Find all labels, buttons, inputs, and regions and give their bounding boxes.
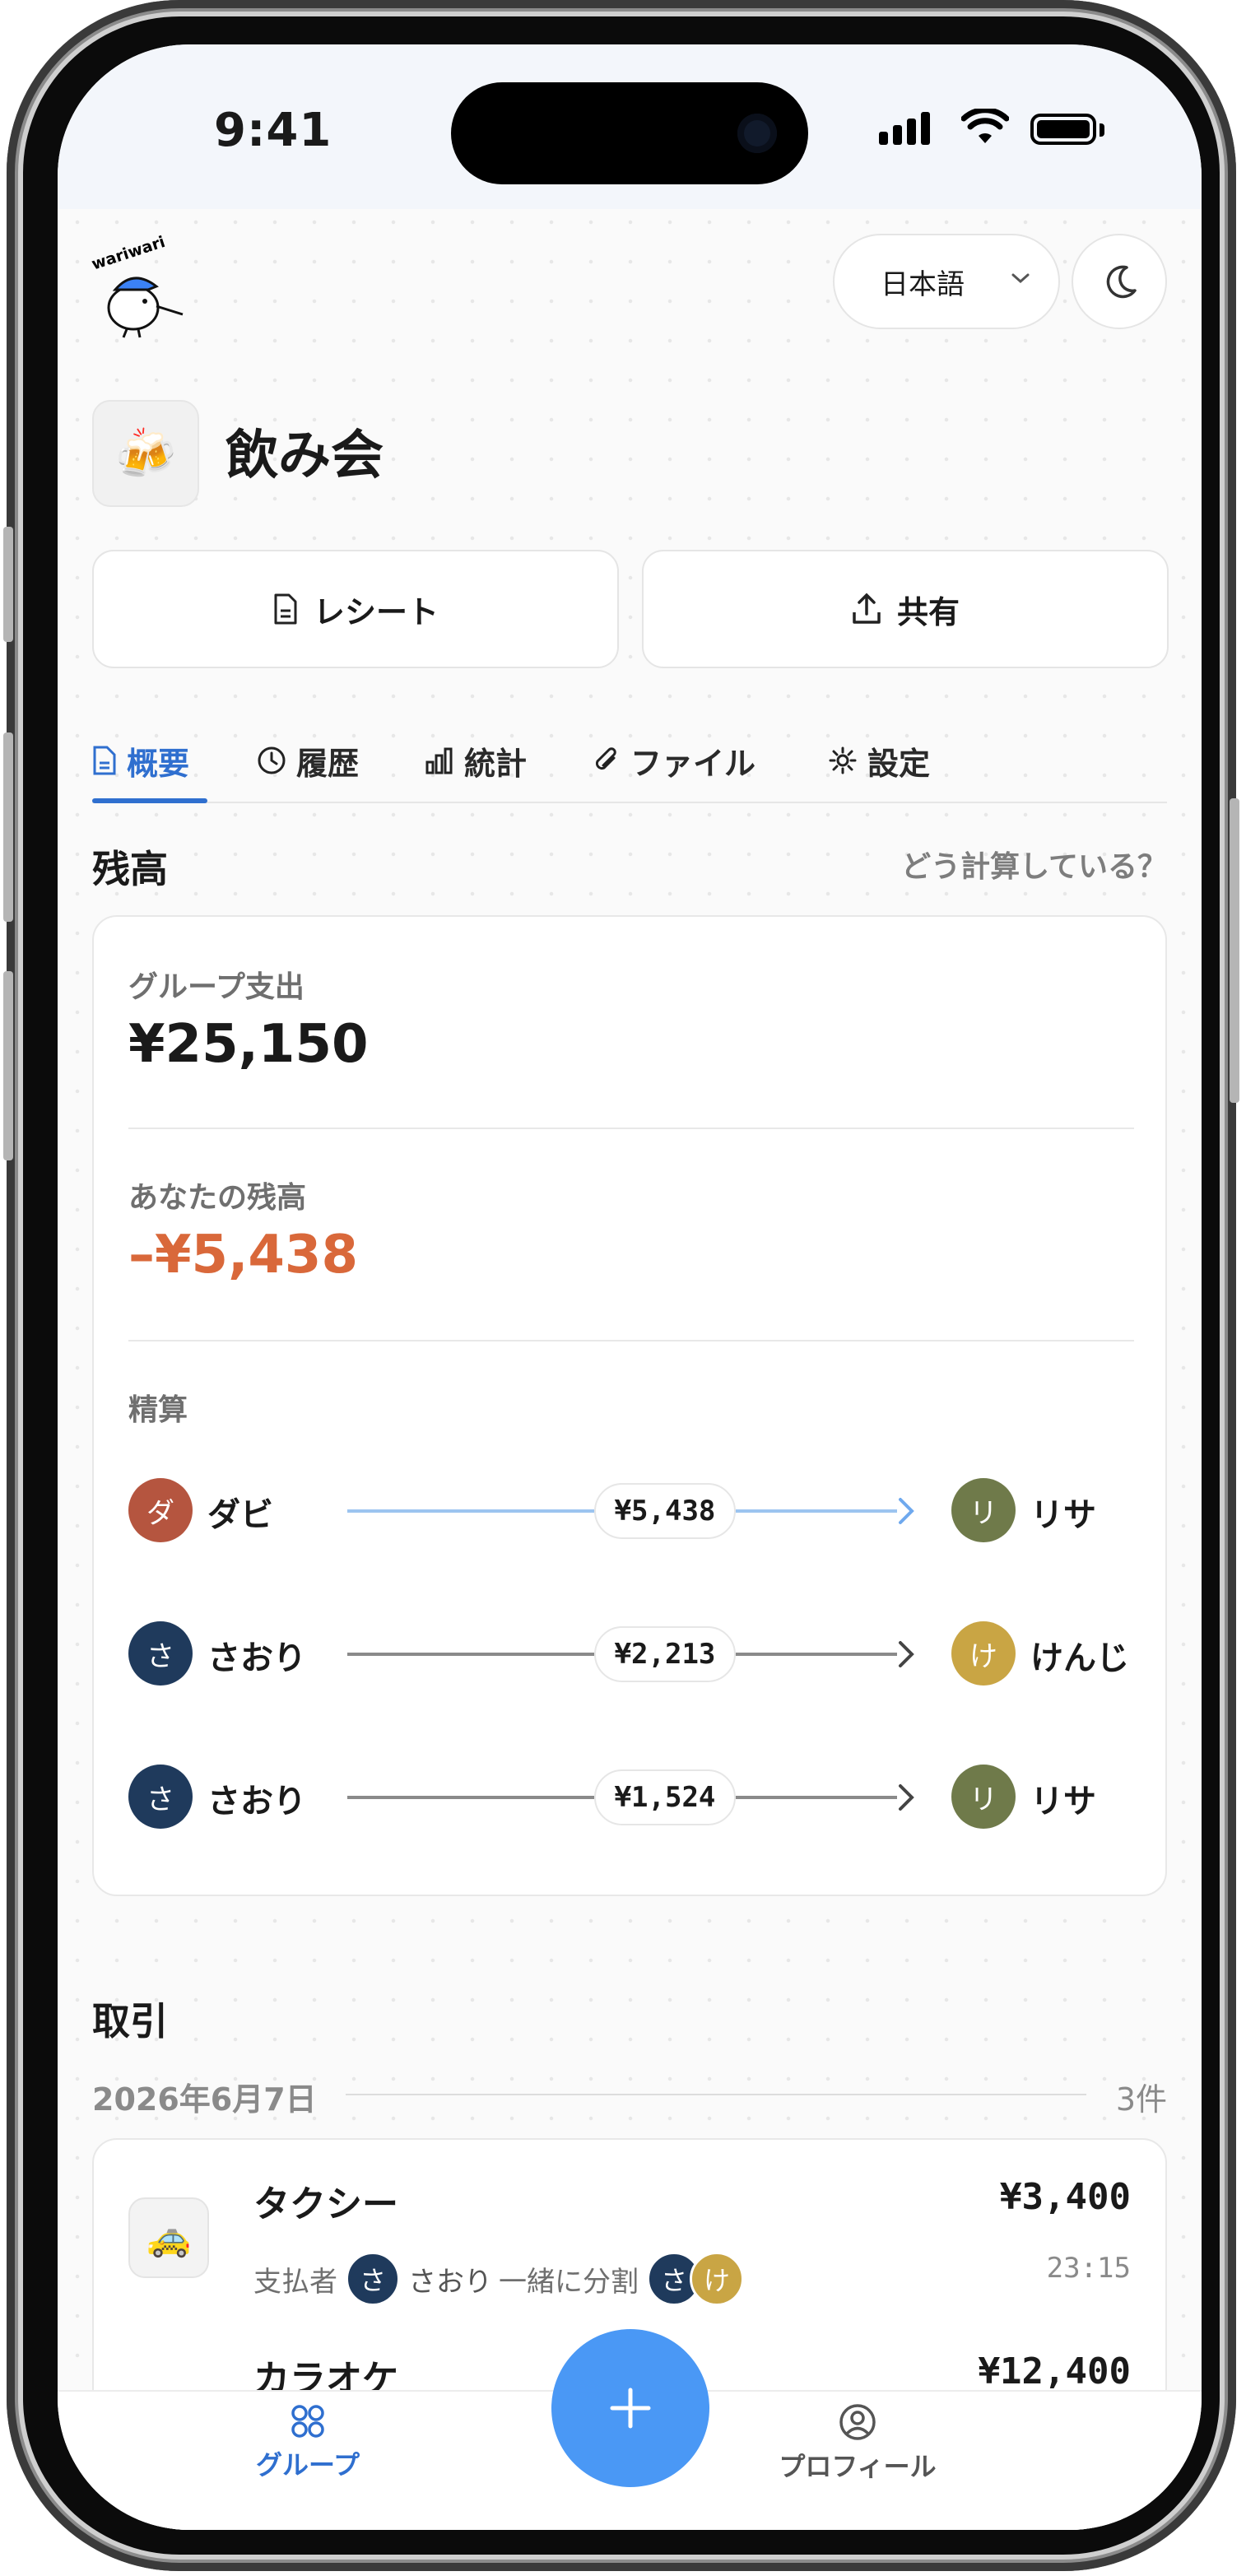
settlement-row[interactable]: さ さおり ¥1,524 リ リサ bbox=[128, 1765, 1134, 1830]
settlement-row[interactable]: さ さおり ¥2,213 け けんじ bbox=[128, 1621, 1134, 1687]
group-spend-amount: ¥25,150 bbox=[128, 1014, 369, 1075]
screen: 9:41 wariwari 日本語 🍻 飲み会 レシート 共有 概要 履歴 統計… bbox=[58, 44, 1202, 2530]
tab-history[interactable]: 履歴 bbox=[257, 719, 359, 802]
arrow-right-icon bbox=[899, 1784, 914, 1811]
avatar: リ bbox=[951, 1478, 1016, 1542]
plus-icon bbox=[610, 2388, 651, 2429]
receipt-label: レシート bbox=[313, 593, 439, 630]
avatar: さ bbox=[346, 2252, 400, 2306]
taxi-icon: 🚕 bbox=[128, 2197, 209, 2278]
wifi-icon bbox=[960, 107, 1010, 148]
group-spend-label: グループ支出 bbox=[128, 970, 305, 1004]
clock-icon bbox=[258, 746, 286, 774]
nav-profile-label: プロフィール bbox=[779, 2451, 937, 2482]
transaction-time: 23:15 bbox=[1046, 2252, 1131, 2285]
language-value: 日本語 bbox=[881, 267, 965, 301]
avatar: ダ bbox=[128, 1478, 193, 1542]
your-balance-label: あなたの残高 bbox=[128, 1181, 307, 1215]
transaction-count: 3件 bbox=[1115, 2081, 1167, 2118]
payer-name: さおり bbox=[207, 1639, 306, 1677]
mute-switch bbox=[3, 527, 13, 642]
payer-name: さおり bbox=[207, 1783, 306, 1820]
tab-label: 履歴 bbox=[296, 745, 360, 782]
power-button bbox=[1230, 798, 1239, 1103]
wariwari-logo[interactable]: wariwari bbox=[90, 233, 189, 342]
camera-icon bbox=[737, 114, 777, 153]
transaction-date-header: 2026年6月7日 bbox=[92, 2081, 317, 2118]
dark-mode-toggle[interactable] bbox=[1072, 234, 1167, 329]
transaction-meta: 支払者 さ さおり 一緒に分割 さ け bbox=[253, 2252, 744, 2306]
arrow-right-icon bbox=[899, 1498, 914, 1524]
tab-stats[interactable]: 統計 bbox=[425, 719, 527, 802]
status-time: 9:41 bbox=[214, 104, 332, 157]
group-icon: 🍻 bbox=[92, 400, 199, 507]
transaction-amount: ¥12,400 bbox=[978, 2350, 1131, 2392]
dynamic-island bbox=[451, 82, 808, 184]
how-calculated-link[interactable]: どう計算している？ bbox=[901, 843, 1167, 886]
grid-icon bbox=[291, 2405, 324, 2438]
avatar: さ bbox=[128, 1765, 193, 1829]
payer-label: 支払者 bbox=[253, 2265, 337, 2299]
status-bar: 9:41 bbox=[58, 44, 1202, 209]
gear-icon bbox=[829, 746, 857, 774]
balance-card: グループ支出 ¥25,150 あなたの残高 –¥5,438 精算 ダ ダビ ¥5… bbox=[92, 915, 1167, 1896]
share-icon bbox=[853, 593, 881, 624]
battery-icon bbox=[1030, 114, 1096, 145]
avatar: リ bbox=[951, 1765, 1016, 1829]
payer-name: さおり bbox=[408, 2265, 492, 2299]
add-expense-button[interactable] bbox=[551, 2329, 709, 2487]
payee-name: リサ bbox=[1030, 1783, 1096, 1820]
tab-label: 設定 bbox=[867, 745, 931, 782]
settlement-row[interactable]: ダ ダビ ¥5,438 リ リサ bbox=[128, 1478, 1134, 1544]
user-circle-icon bbox=[839, 2404, 876, 2440]
payer-name: ダビ bbox=[207, 1496, 273, 1534]
nav-profile[interactable]: プロフィール bbox=[759, 2403, 956, 2484]
avatar: け bbox=[690, 2252, 744, 2306]
svg-text:wariwari: wariwari bbox=[91, 235, 167, 273]
split-label: 一緒に分割 bbox=[499, 2265, 639, 2299]
settlement-amount: ¥5,438 bbox=[594, 1483, 736, 1539]
tab-label: 概要 bbox=[127, 745, 190, 782]
tab-label: ファイル bbox=[630, 745, 756, 782]
tab-settings[interactable]: 設定 bbox=[828, 719, 930, 802]
avatar: け bbox=[951, 1621, 1016, 1686]
transactions-section-title: 取引 bbox=[92, 1999, 168, 2044]
paperclip-icon bbox=[595, 747, 616, 770]
payee-name: けんじ bbox=[1030, 1639, 1129, 1677]
group-title: 飲み会 bbox=[225, 425, 384, 486]
transaction-amount: ¥3,400 bbox=[1000, 2176, 1131, 2218]
volume-down-button bbox=[3, 971, 13, 1160]
settlement-amount: ¥1,524 bbox=[594, 1769, 736, 1825]
your-balance-amount: –¥5,438 bbox=[128, 1225, 358, 1286]
balance-section-title: 残高 bbox=[92, 847, 168, 891]
nav-groups-label: グループ bbox=[255, 2449, 360, 2481]
language-select[interactable]: 日本語 bbox=[833, 234, 1060, 329]
receipt-icon bbox=[274, 593, 297, 625]
avatar: さ bbox=[128, 1621, 193, 1686]
tab-files[interactable]: ファイル bbox=[593, 719, 756, 802]
phone-frame: 9:41 wariwari 日本語 🍻 飲み会 レシート 共有 概要 履歴 統計… bbox=[3, 0, 1239, 2571]
document-icon bbox=[93, 746, 116, 775]
transaction-item[interactable]: 🚕 タクシー ¥3,400 23:15 支払者 さ さおり 一緒に分割 さ け bbox=[94, 2140, 1165, 2329]
payee-name: リサ bbox=[1030, 1496, 1096, 1534]
tab-overview[interactable]: 概要 bbox=[92, 719, 189, 802]
settlement-amount: ¥2,213 bbox=[594, 1626, 736, 1682]
bar-chart-icon bbox=[425, 747, 453, 774]
receipt-button[interactable]: レシート bbox=[92, 550, 619, 668]
share-button[interactable]: 共有 bbox=[642, 550, 1169, 668]
share-label: 共有 bbox=[896, 593, 960, 630]
volume-up-button bbox=[3, 732, 13, 922]
transaction-title: タクシー bbox=[253, 2183, 398, 2225]
nav-groups[interactable]: グループ bbox=[209, 2403, 407, 2482]
active-tab-indicator bbox=[92, 798, 207, 803]
settlement-label: 精算 bbox=[128, 1393, 188, 1427]
tab-bar: 概要 履歴 統計 ファイル 設定 bbox=[92, 703, 1167, 803]
chevron-down-icon bbox=[1011, 273, 1030, 284]
cellular-signal-icon bbox=[879, 112, 935, 145]
moon-icon bbox=[1106, 265, 1137, 299]
arrow-right-icon bbox=[899, 1641, 914, 1667]
tab-label: 統計 bbox=[464, 745, 528, 782]
